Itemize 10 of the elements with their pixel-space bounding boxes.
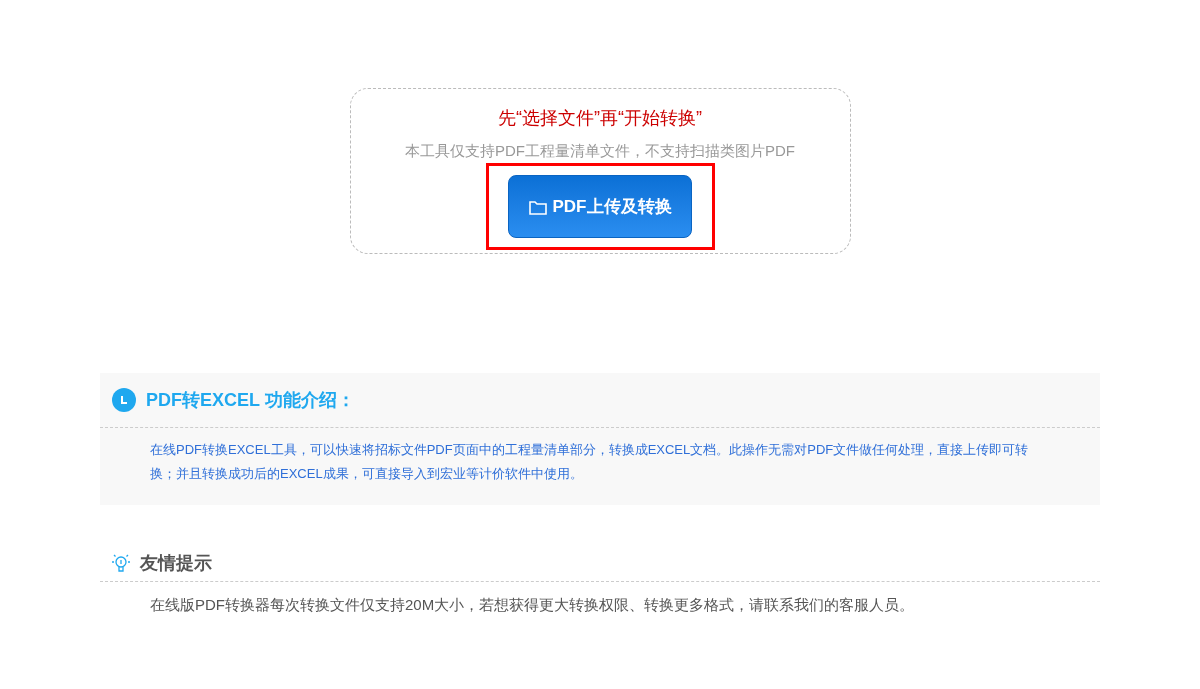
folder-icon (528, 198, 547, 215)
lightbulb-icon (110, 552, 132, 574)
upload-instruction: 先“选择文件”再“开始转换” (498, 107, 702, 130)
tips-title: 友情提示 (140, 551, 212, 575)
intro-description: 在线PDF转换EXCEL工具，可以快速将招标文件PDF页面中的工程量清单部分，转换成EXCEL文档。此操作无需对PDF文件做任何处理，直接上传即可转换；并且转换成功后的EXCEL成果，可直接导入到宏业等计价软件中使用。 (150, 441, 1030, 483)
upload-convert-button[interactable]: PDF上传及转换 (508, 175, 692, 238)
intro-title: PDF转EXCEL 功能介绍： (146, 388, 355, 412)
tips-text: 在线版PDF转换器每次转换文件仅支持20M大小，若想获得更大转换权限、转换更多格式，请联系我们的客服人员。 (150, 595, 916, 615)
upload-note: 本工具仅支持PDF工程量清单文件，不支持扫描类图片PDF (405, 141, 795, 161)
clock-icon (112, 388, 136, 412)
